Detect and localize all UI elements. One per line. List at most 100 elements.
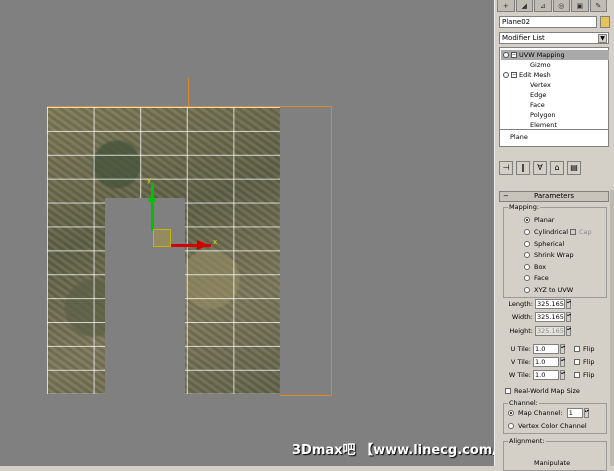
textured-plane-mesh[interactable] — [47, 107, 280, 394]
width-spinner[interactable]: Width: 325.165 ▴▾ — [512, 312, 571, 323]
collapse-icon: − — [503, 192, 509, 200]
height-spinner[interactable]: Height: 325.165 ▴▾ — [509, 326, 571, 337]
object-color-swatch[interactable] — [600, 16, 610, 28]
stack-item-label: Plane — [510, 133, 528, 141]
spinner-arrows-icon[interactable]: ▴▾ — [560, 357, 565, 367]
option-label: Planar — [534, 216, 555, 224]
manipulate-button[interactable]: Manipulate — [534, 458, 570, 468]
flip-label: Flip — [583, 371, 595, 379]
modify-tab-icon[interactable]: ◢ — [515, 0, 533, 12]
v-tile-spinner[interactable]: V Tile: 1.0 ▴▾ Flip — [511, 357, 594, 368]
v-tile-input[interactable]: 1.0 — [533, 357, 559, 367]
cap-checkbox[interactable]: Cap — [570, 227, 592, 237]
modifier-stack[interactable]: − UVW Mapping Gizmo − Edit Mesh Vertex Edg… — [499, 47, 609, 147]
checkbox-icon — [574, 346, 580, 352]
parameters-rollout-header[interactable]: − Parameters — [499, 191, 609, 202]
radio-icon — [524, 264, 530, 270]
option-label: Cylindrical — [534, 228, 569, 236]
vertex-color-channel-radio[interactable]: Vertex Color Channel — [508, 421, 587, 431]
stack-item-edit-mesh[interactable]: − Edit Mesh — [503, 70, 551, 80]
spinner-arrows-icon[interactable]: ▴▾ — [566, 312, 571, 322]
height-input: 325.165 — [535, 326, 565, 336]
w-tile-input[interactable]: 1.0 — [533, 370, 559, 380]
stack-item-face[interactable]: Face — [530, 100, 545, 110]
selection-bracket-bottom — [280, 395, 332, 396]
stack-item-label: Face — [530, 101, 545, 109]
u-tile-input[interactable]: 1.0 — [533, 344, 559, 354]
display-tab-icon[interactable]: ▣ — [571, 0, 589, 12]
spinner-arrows-icon[interactable]: ▴▾ — [560, 344, 565, 354]
option-label: Spherical — [534, 240, 565, 248]
bulb-icon[interactable] — [503, 72, 509, 78]
u-tile-spinner[interactable]: U Tile: 1.0 ▴▾ Flip — [511, 344, 594, 355]
spinner-arrows-icon[interactable]: ▴▾ — [566, 299, 571, 309]
v-tile-label: V Tile: — [510, 358, 531, 366]
mapping-spherical-radio[interactable]: Spherical — [524, 239, 564, 249]
gizmo-xy-plane-handle[interactable] — [153, 229, 171, 247]
map-channel-input[interactable]: 1 — [566, 408, 583, 418]
real-world-label: Real-World Map Size — [514, 387, 580, 395]
map-channel-radio[interactable]: Map Channel: 1 ▴▾ — [508, 408, 589, 418]
flip-label: Flip — [583, 345, 595, 353]
checkbox-icon — [505, 388, 511, 394]
modifier-list-label: Modifier List — [502, 34, 545, 42]
radio-selected-icon — [524, 217, 530, 223]
bulb-icon[interactable] — [503, 52, 509, 58]
axis-y-label: y — [147, 176, 152, 184]
option-label: Cap — [579, 228, 592, 236]
length-spinner[interactable]: Length: 325.165 ▴▾ — [508, 299, 571, 310]
w-flip-checkbox[interactable]: Flip — [574, 370, 594, 381]
configure-sets-icon[interactable]: ▤ — [567, 161, 581, 175]
w-tile-spinner[interactable]: W Tile: 1.0 ▴▾ Flip — [509, 370, 594, 381]
option-label: Box — [534, 263, 547, 271]
motion-tab-icon[interactable]: ◎ — [552, 0, 570, 12]
collapse-icon[interactable]: − — [511, 52, 517, 58]
spinner-arrows-icon[interactable]: ▴▾ — [583, 408, 589, 418]
stack-item-edge[interactable]: Edge — [530, 90, 546, 100]
mapping-face-radio[interactable]: Face — [524, 273, 549, 283]
radio-icon — [524, 287, 530, 293]
mesh-opening — [105, 198, 185, 394]
collapse-icon[interactable]: − — [511, 72, 517, 78]
checkbox-icon — [574, 372, 580, 378]
stack-divider — [500, 129, 608, 130]
mapping-shrink-wrap-radio[interactable]: Shrink Wrap — [524, 250, 574, 260]
mapping-box-radio[interactable]: Box — [524, 262, 546, 272]
modifier-list-dropdown[interactable]: Modifier List ▼ — [499, 32, 609, 44]
perspective-viewport[interactable]: y x 3Dmax吧 【www.linecg.com/tieba/171】 — [0, 0, 494, 466]
show-end-result-icon[interactable]: ‖ — [516, 161, 530, 175]
mapping-xyz-to-uvw-radio[interactable]: XYZ to UVW — [524, 285, 573, 295]
axis-x-label: x — [213, 238, 218, 246]
hierarchy-tab-icon[interactable]: ⊿ — [534, 0, 552, 12]
length-input[interactable]: 325.165 — [535, 299, 565, 309]
v-flip-checkbox[interactable]: Flip — [574, 357, 594, 368]
real-world-map-size-checkbox[interactable]: Real-World Map Size — [505, 386, 580, 397]
spinner-arrows-icon[interactable]: ▴▾ — [560, 370, 565, 380]
remove-modifier-icon[interactable]: ⌂ — [550, 161, 564, 175]
option-label: XYZ to UVW — [534, 286, 574, 294]
stack-item-uvw-mapping[interactable]: − UVW Mapping — [501, 50, 609, 60]
stack-item-gizmo[interactable]: Gizmo — [530, 60, 551, 70]
mapping-planar-radio[interactable]: Planar — [524, 215, 554, 225]
stack-item-polygon[interactable]: Polygon — [530, 110, 556, 120]
channel-group-title: Channel: — [508, 399, 539, 407]
u-flip-checkbox[interactable]: Flip — [574, 344, 594, 355]
rollout-title: Parameters — [533, 192, 575, 200]
mapping-group: Mapping: Planar Cylindrical Cap Spherica… — [503, 203, 607, 298]
stack-item-plane[interactable]: Plane — [510, 132, 528, 142]
panel-scrollbar[interactable] — [610, 190, 614, 466]
alignment-group-title: Alignment: — [508, 437, 546, 445]
object-name-field[interactable]: Plane02 — [499, 16, 597, 28]
stack-item-vertex[interactable]: Vertex — [530, 80, 551, 90]
make-unique-icon[interactable]: ∀ — [533, 161, 547, 175]
stack-item-label: Polygon — [530, 111, 556, 119]
pin-stack-icon[interactable]: ⊣ — [499, 161, 513, 175]
selection-bracket-right — [331, 106, 332, 396]
mapping-cylindrical-radio[interactable]: Cylindrical — [524, 227, 568, 237]
gizmo-y-arrow-icon — [148, 192, 156, 202]
create-tab-icon[interactable]: + — [497, 0, 515, 12]
gizmo-x-arrow-icon — [197, 240, 209, 250]
gizmo-y-axis[interactable] — [151, 183, 154, 231]
width-input[interactable]: 325.165 — [535, 312, 565, 322]
utilities-tab-icon[interactable]: ✎ — [589, 0, 607, 12]
